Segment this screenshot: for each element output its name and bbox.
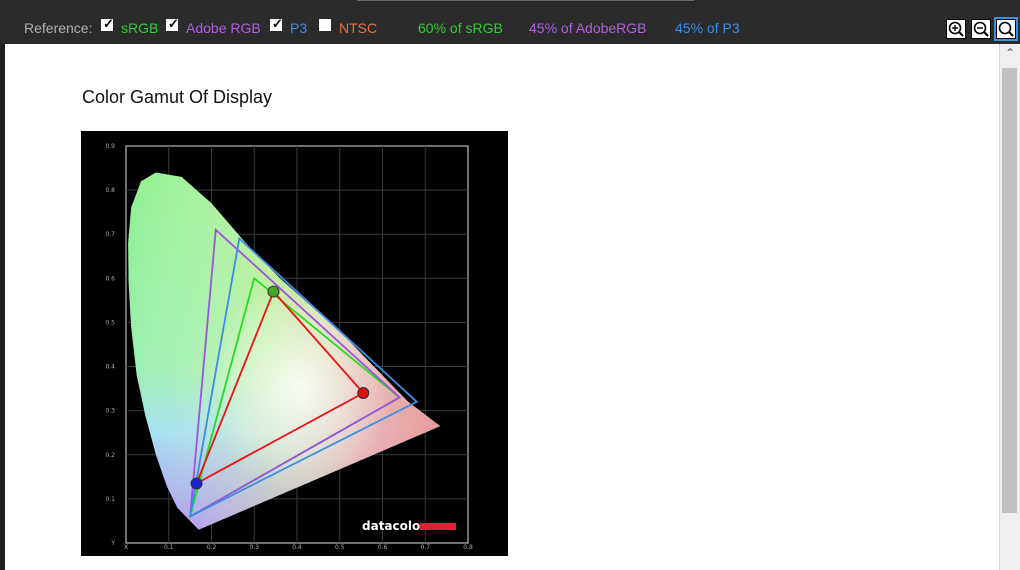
adobe-rgb-coverage: 45% of AdobeRGB [529, 20, 647, 36]
adobe-rgb-label[interactable]: Adobe RGB [186, 20, 261, 36]
toolbar-divider [357, 0, 694, 1]
zoom-in-icon [948, 21, 964, 37]
x-tick-label: 0.4 [292, 544, 302, 551]
white-point-glow [128, 172, 441, 530]
gamut-chart: 0.1 0.2 0.3 0.4 0.5 0.6 0.7 0.8 0.1 0.2 0.3 0.4 0.5 0… [81, 131, 508, 556]
check-icon: ✓ [272, 16, 283, 31]
srgb-coverage: 60% of sRGB [418, 20, 503, 36]
page-title: Color Gamut Of Display [82, 87, 273, 107]
y-tick-label: 0.9 [105, 143, 115, 150]
primary-point-0 [357, 387, 370, 400]
x-axis-label: X [124, 544, 128, 551]
y-tick-label: 0.5 [105, 319, 115, 326]
y-tick-label: 0.2 [105, 452, 115, 459]
zoom-out-button[interactable] [971, 19, 991, 39]
check-icon: ✓ [103, 16, 114, 31]
x-tick-label: 0.2 [207, 544, 217, 551]
ntsc-checkbox[interactable] [319, 19, 331, 31]
cie-chart-svg: 0.1 0.2 0.3 0.4 0.5 0.6 0.7 0.8 0.1 0.2 0.3 0.4 0.5 0… [105, 143, 473, 551]
primary-point-1 [267, 285, 280, 298]
vertical-scrollbar[interactable]: ⌃ [999, 44, 1020, 570]
x-tick-label: 0.5 [335, 544, 345, 551]
search-icon [998, 21, 1014, 37]
reference-label: Reference: [24, 20, 93, 36]
y-axis-label: Y [110, 540, 115, 547]
zoom-fit-button[interactable] [994, 17, 1018, 41]
zoom-out-icon [973, 21, 989, 37]
x-tick-label: 0.1 [164, 544, 174, 551]
scrollbar-thumb[interactable] [1002, 68, 1017, 513]
y-tick-label: 0.6 [105, 275, 115, 282]
scroll-up-icon[interactable]: ⌃ [1000, 46, 1020, 64]
y-tick-label: 0.7 [105, 231, 115, 238]
x-tick-label: 0.6 [378, 544, 388, 551]
watermark-bar [420, 523, 456, 530]
datacolor-watermark: datacolor [362, 519, 426, 533]
y-tick-label: 0.1 [105, 496, 115, 503]
x-tick-label: 0.3 [249, 544, 259, 551]
check-icon: ✓ [168, 16, 179, 31]
p3-label[interactable]: P3 [290, 20, 307, 36]
adobe-rgb-checkbox[interactable]: ✓ [166, 16, 179, 31]
p3-coverage: 45% of P3 [675, 20, 740, 36]
srgb-label[interactable]: sRGB [121, 20, 158, 36]
primary-point-2 [190, 477, 203, 490]
srgb-checkbox[interactable]: ✓ [101, 16, 114, 31]
y-tick-label: 0.4 [105, 364, 115, 371]
y-tick-label: 0.3 [105, 408, 115, 415]
ntsc-label[interactable]: NTSC [339, 20, 377, 36]
toolbar: Reference: ✓ sRGB ✓ Adobe RGB ✓ P3 NTSC … [0, 0, 1020, 44]
content-panel: Color Gamut Of Display 0.1 0.2 0.3 0.4 0… [5, 44, 999, 570]
p3-checkbox[interactable]: ✓ [270, 16, 283, 31]
x-tick-label: 0.8 [463, 544, 473, 551]
y-tick-label: 0.8 [105, 187, 115, 194]
zoom-in-button[interactable] [946, 19, 966, 39]
x-tick-label: 0.7 [420, 544, 430, 551]
